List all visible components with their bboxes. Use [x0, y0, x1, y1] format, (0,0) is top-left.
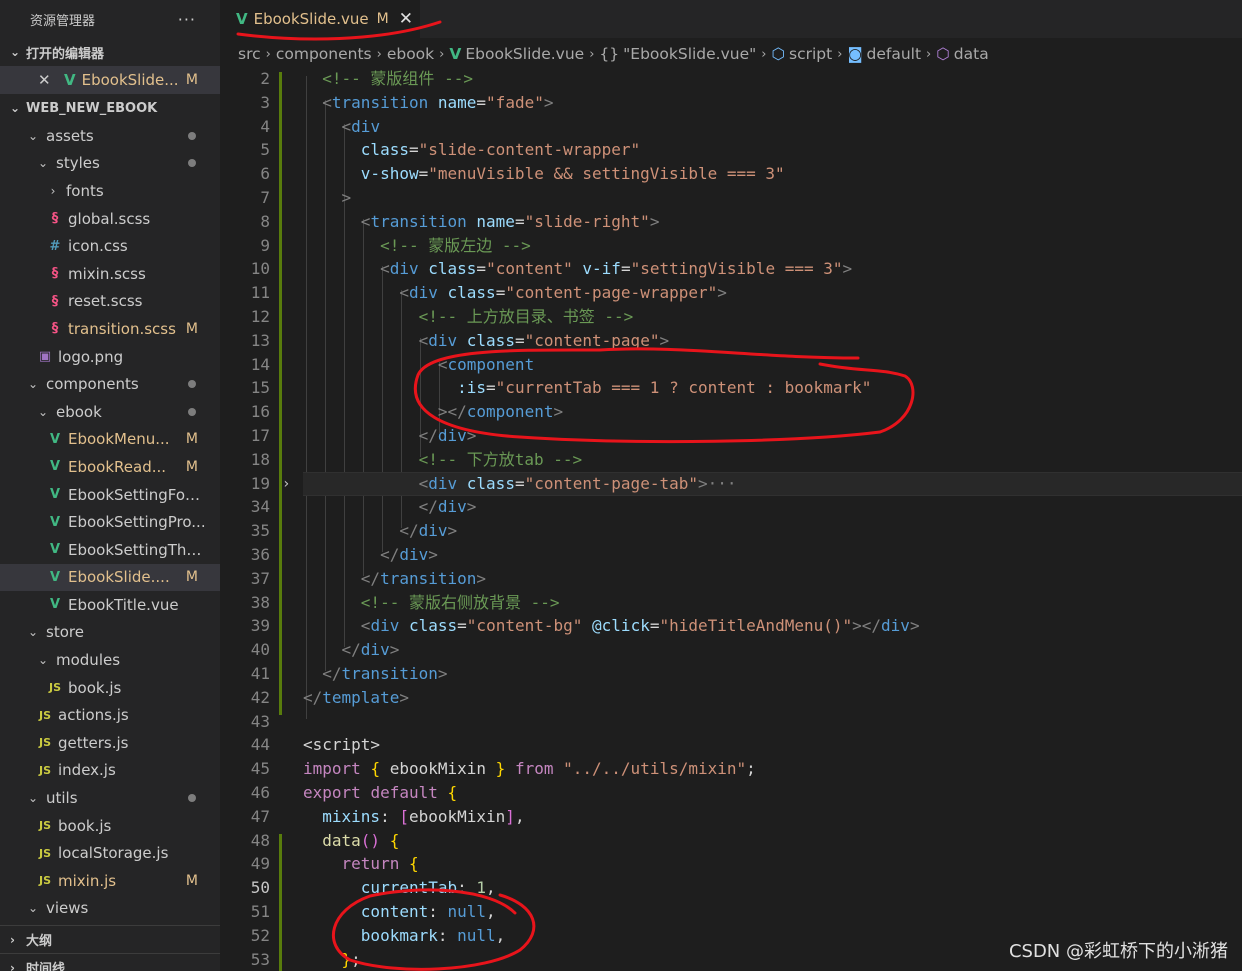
watermark: CSDN @彩虹桥下的小淅猪 [1008, 941, 1228, 962]
tab-underline-annotation [236, 20, 442, 41]
component-circle-annotation [413, 347, 915, 444]
annotation-overlay [236, 20, 915, 971]
data-circle-annotation [332, 888, 536, 971]
